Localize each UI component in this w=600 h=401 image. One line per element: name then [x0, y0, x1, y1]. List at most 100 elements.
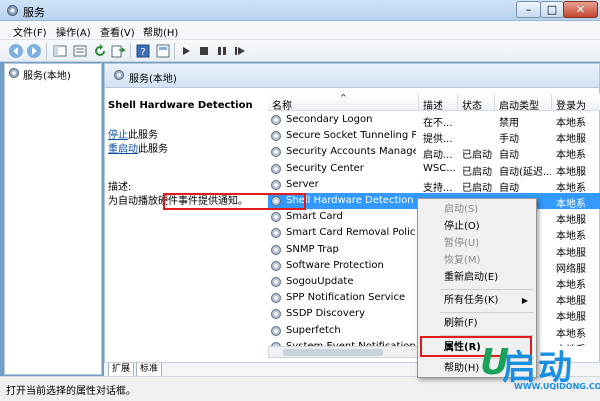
- service-startup-cell: 禁用: [499, 118, 519, 129]
- service-description-cell: 提供...: [423, 134, 453, 146]
- list-view-icon[interactable]: [72, 43, 88, 59]
- menu-action[interactable]: 操作(A): [56, 24, 91, 39]
- column-divider: [457, 94, 458, 111]
- properties-icon[interactable]: [155, 43, 171, 59]
- service-status-cell: 已启动: [462, 150, 492, 162]
- console-tree: 服务(本地): [4, 63, 102, 375]
- gear-icon: [8, 67, 20, 82]
- service-logon-cell: 本地系: [556, 199, 586, 210]
- gear-icon: [113, 69, 125, 84]
- service-name-cell: Security Center: [286, 162, 364, 174]
- service-row[interactable]: Security Accounts Manager 启动... 已启动 自动 本地系: [268, 144, 600, 162]
- window-title: 服务: [23, 6, 45, 19]
- back-icon[interactable]: [8, 43, 24, 59]
- column-startup-type[interactable]: 启动类型: [499, 97, 539, 112]
- service-name-cell: Secondary Logon: [286, 114, 373, 125]
- service-name-cell: Secure Socket Tunneling Pr...: [286, 130, 416, 142]
- gear-icon: [270, 276, 282, 291]
- tab-extended[interactable]: 扩展: [108, 363, 135, 377]
- service-logon-cell: 本地系: [556, 182, 586, 194]
- status-text: 打开当前选择的属性对话框。: [6, 386, 136, 397]
- menu-view[interactable]: 查看(V): [100, 24, 135, 39]
- close-button[interactable]: ✕: [563, 1, 598, 18]
- list-header: 名称 ^ 描述 状态 启动类型 登录为: [268, 94, 600, 112]
- svg-text:?: ?: [140, 47, 145, 58]
- service-row[interactable]: Server 支持... 已启动 自动 本地系: [268, 177, 600, 194]
- toolbar: ?: [0, 40, 600, 62]
- service-name-cell: Server: [286, 178, 319, 190]
- maximize-button[interactable]: □: [540, 1, 564, 18]
- service-logon-cell: 本地系: [556, 328, 586, 340]
- gear-icon: [270, 227, 282, 242]
- menu-separator: [440, 312, 534, 313]
- scrollbar-thumb[interactable]: [283, 349, 383, 356]
- menu-item-all-tasks[interactable]: 所有任务(K) ▶: [418, 292, 536, 309]
- sort-arrow-icon: ^: [340, 94, 347, 102]
- gear-icon: [270, 179, 282, 194]
- watermark-url: WWW.UQIDONG.COM: [514, 382, 600, 391]
- column-logon-as[interactable]: 登录为: [556, 97, 586, 112]
- stop-icon[interactable]: [196, 43, 212, 59]
- menu-item-pause[interactable]: 暂停(U): [418, 235, 536, 252]
- gear-icon: [270, 292, 282, 307]
- gear-icon: [270, 244, 282, 259]
- refresh-icon[interactable]: [92, 43, 108, 59]
- service-description-cell: 支持...: [423, 182, 453, 194]
- menu-separator: [440, 289, 534, 290]
- restart-icon[interactable]: [232, 43, 248, 59]
- column-description[interactable]: 描述: [423, 97, 443, 112]
- service-logon-cell: 本地服: [556, 134, 586, 146]
- service-logon-cell: 本地系: [556, 280, 586, 291]
- menu-item-resume[interactable]: 恢复(M): [418, 252, 536, 269]
- selected-service-highlight: [163, 193, 306, 210]
- menu-help[interactable]: 帮助(H): [143, 24, 178, 39]
- stop-service-link[interactable]: 停止: [108, 130, 128, 141]
- column-name[interactable]: 名称: [272, 97, 292, 112]
- gear-icon: [270, 114, 282, 129]
- gear-icon: [270, 308, 282, 323]
- service-name-cell: Software Protection: [286, 259, 384, 271]
- tab-standard[interactable]: 标准: [136, 363, 163, 377]
- service-name-cell: Security Accounts Manager: [286, 146, 416, 158]
- tree-item-services-local[interactable]: 服务(本地): [8, 67, 71, 82]
- forward-icon[interactable]: [26, 43, 42, 59]
- service-startup-cell: 自动(延迟...: [499, 166, 551, 178]
- service-logon-cell: 本地服: [556, 215, 586, 227]
- service-name-cell: SogouUpdate: [286, 276, 354, 287]
- gear-icon: [270, 163, 282, 178]
- service-name-cell: SPP Notification Service: [286, 292, 406, 304]
- service-description-cell: 启动...: [423, 150, 453, 162]
- menu-item-stop[interactable]: 停止(O): [418, 218, 536, 235]
- play-icon[interactable]: [178, 43, 194, 59]
- service-startup-cell: 自动: [499, 150, 519, 162]
- service-name-cell: Smart Card Removal Policy: [286, 227, 416, 239]
- menu-item-restart[interactable]: 重新启动(E): [418, 269, 536, 286]
- service-status-cell: 已启动: [462, 166, 492, 178]
- service-row[interactable]: Security Center WSC... 已启动 自动(延迟... 本地服: [268, 161, 600, 178]
- toolbar-separator: [130, 43, 131, 59]
- menu-item-start[interactable]: 启动(S): [418, 201, 536, 218]
- service-name-cell: Superfetch: [286, 324, 341, 336]
- title-bar: 服务 – □ ✕: [0, 0, 600, 21]
- column-divider: [551, 94, 552, 111]
- console-tree-icon[interactable]: [52, 43, 68, 59]
- menu-file[interactable]: 文件(F): [13, 24, 47, 39]
- service-row[interactable]: Secure Socket Tunneling Pr... 提供... 手动 本地服: [268, 128, 600, 146]
- horizontal-scrollbar[interactable]: [268, 346, 418, 358]
- service-logon-cell: 本地服: [556, 166, 586, 178]
- gear-icon: [270, 260, 282, 275]
- column-status[interactable]: 状态: [462, 97, 482, 112]
- panel-title: 服务(本地): [129, 74, 177, 85]
- restart-service-link[interactable]: 重启动: [108, 144, 138, 155]
- watermark-logo: U 启动 WWW.UQIDONG.COM: [480, 340, 600, 398]
- minimize-button[interactable]: –: [516, 1, 541, 18]
- toolbar-separator: [174, 43, 175, 59]
- menu-item-refresh[interactable]: 刷新(F): [418, 315, 536, 332]
- selected-service-name: Shell Hardware Detection: [108, 100, 253, 111]
- export-icon[interactable]: [110, 43, 126, 59]
- column-divider: [494, 94, 495, 111]
- service-logon-cell: 本地系: [556, 118, 586, 129]
- pause-icon[interactable]: [214, 43, 230, 59]
- service-row[interactable]: Secondary Logon 在不... 禁用 本地系: [268, 112, 600, 129]
- help-icon[interactable]: ?: [135, 43, 151, 59]
